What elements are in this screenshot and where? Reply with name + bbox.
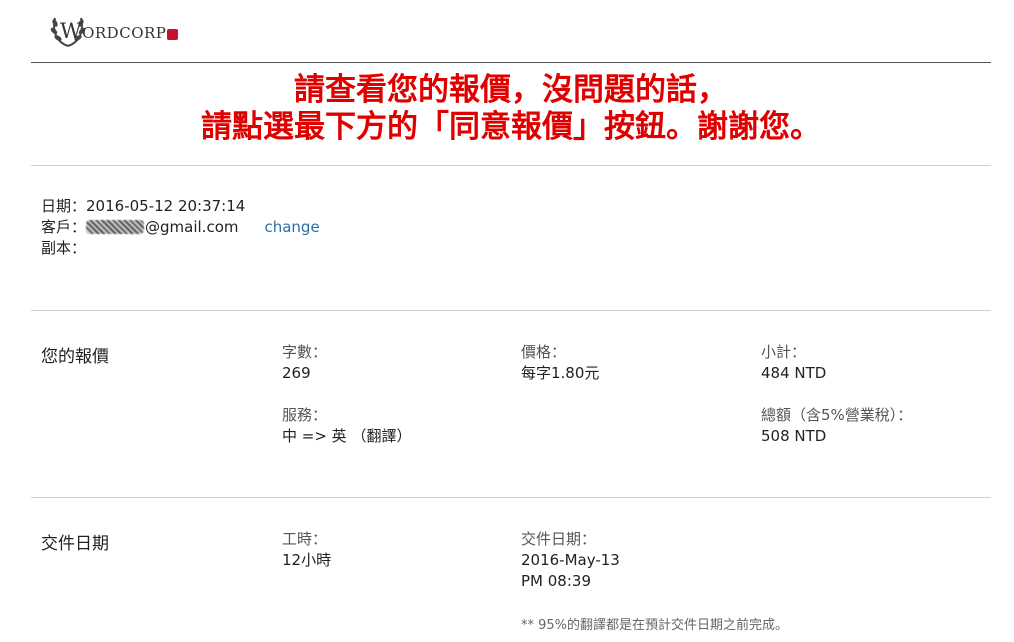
redacted-email-name [86, 220, 145, 234]
delivery-date-value: 2016-May-13 [521, 551, 620, 569]
service-value: 中 => 英 （翻譯） [282, 427, 412, 445]
date-label: 日期： [41, 197, 87, 215]
client-row: 客戶： @gmail.com change [41, 217, 320, 238]
banner-line-1: 請查看您的報價，沒問題的話， [294, 72, 728, 108]
work-hours-value: 12小時 [282, 551, 332, 569]
subtotal-field: 小計： 484 NTD [761, 342, 826, 384]
word-count-value: 269 [282, 364, 311, 382]
divider [31, 497, 991, 498]
service-label: 服務： [282, 406, 328, 424]
service-field: 服務： 中 => 英 （翻譯） [282, 405, 411, 447]
price-value: 每字1.80元 [521, 364, 600, 382]
seal-icon [167, 28, 179, 40]
date-value: 2016-05-12 20:37:14 [86, 197, 246, 215]
divider [31, 310, 991, 311]
divider [31, 165, 991, 166]
delivery-section-title: 交件日期 [41, 534, 109, 554]
logo-wordmark: WORDCORP [60, 19, 179, 43]
date-row: 日期：2016-05-12 20:37:14 [41, 196, 320, 217]
delivery-time-value: PM 08:39 [521, 572, 591, 590]
subtotal-label: 小計： [761, 343, 807, 361]
total-value: 508 NTD [761, 427, 827, 445]
cc-label: 副本： [41, 239, 87, 257]
client-label: 客戶： [41, 218, 87, 236]
delivery-date-field: 交件日期： 2016-May-13 PM 08:39 [521, 529, 620, 592]
work-hours-label: 工時： [282, 530, 328, 548]
header-divider [31, 62, 991, 63]
banner-line-2: 請點選最下方的「同意報價」按鈕。謝謝您。 [201, 109, 821, 145]
price-label: 價格： [521, 343, 567, 361]
price-field: 價格： 每字1.80元 [521, 342, 599, 384]
instruction-banner: 請查看您的報價，沒問題的話， 請點選最下方的「同意報價」按鈕。謝謝您。 [31, 72, 991, 146]
delivery-date-label: 交件日期： [521, 530, 597, 548]
total-field: 總額（含5%營業稅）： 508 NTD [761, 405, 912, 447]
order-meta: 日期：2016-05-12 20:37:14 客戶： @gmail.com chan… [41, 196, 320, 259]
total-label: 總額（含5%營業稅）： [761, 406, 913, 424]
change-link[interactable]: change [264, 218, 319, 236]
client-email-domain: @gmail.com [145, 218, 239, 236]
word-count-label: 字數： [282, 343, 328, 361]
subtotal-value: 484 NTD [761, 364, 827, 382]
wordcorp-logo[interactable]: WORDCORP [50, 8, 179, 50]
quote-section-title: 您的報價 [41, 347, 109, 367]
work-hours-field: 工時： 12小時 [282, 529, 331, 571]
cc-row: 副本： [41, 238, 320, 259]
delivery-note: ** 95%的翻譯都是在預計交件日期之前完成。 [521, 618, 789, 633]
word-count-field: 字數： 269 [282, 342, 327, 384]
